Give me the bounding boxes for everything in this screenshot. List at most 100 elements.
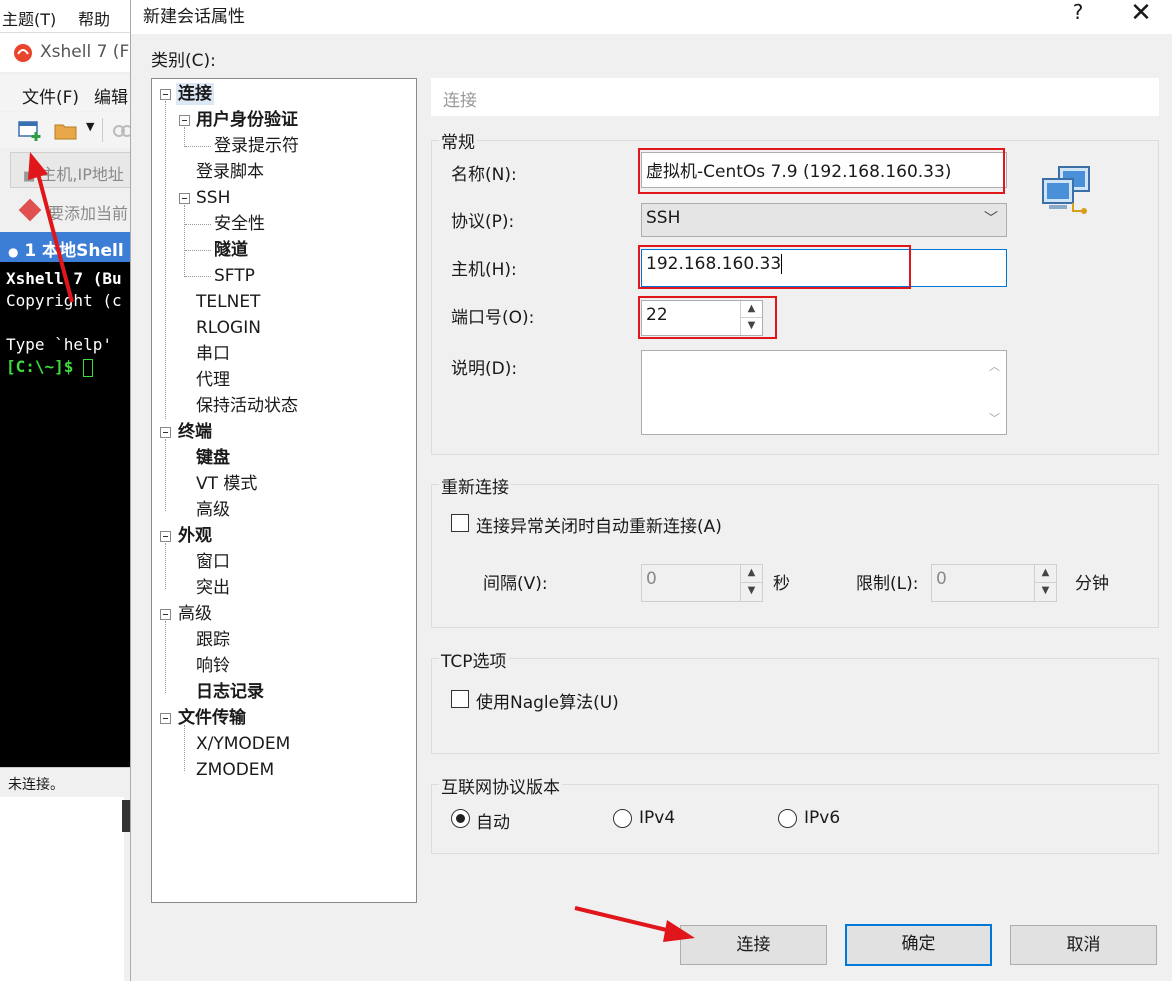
collapse-toggle-icon[interactable]	[160, 89, 171, 100]
help-icon[interactable]: ?	[1066, 0, 1090, 24]
reconnect-group-title: 重新连接	[439, 473, 511, 498]
annotation-highlight-box	[638, 245, 911, 289]
spin-down-icon: ▼	[747, 585, 756, 596]
tree-item-window[interactable]: 窗口	[196, 551, 230, 573]
spin-up-icon: ▲	[741, 565, 762, 583]
ipv6-radio[interactable]	[778, 809, 797, 828]
dialog-titlebar	[131, 0, 1172, 34]
tree-item-vt-modes[interactable]: VT 模式	[196, 473, 257, 495]
tree-item-keep-alive[interactable]: 保持活动状态	[196, 395, 298, 417]
collapse-toggle-icon[interactable]	[160, 609, 171, 620]
collapse-toggle-icon[interactable]	[160, 427, 171, 438]
toolbar-separator	[102, 118, 103, 142]
tree-line	[165, 621, 166, 693]
tree-item-trace[interactable]: 跟踪	[196, 629, 230, 651]
menu-file[interactable]: 文件(F)	[22, 83, 79, 108]
ipv4-label: IPv4	[639, 808, 676, 828]
tree-item-appearance[interactable]: 外观	[178, 525, 212, 547]
reconnect-group	[431, 484, 1159, 628]
scroll-up-icon[interactable]: ︿	[989, 358, 1000, 374]
network-computers-icon	[1042, 166, 1090, 214]
session-properties-dialog: 新建会话属性 ? ✕ 类别(C): 连接 用户身份验证 登录提示符 登录脚本 S…	[130, 0, 1172, 981]
tcp-group-title: TCP选项	[439, 647, 509, 672]
protocol-select[interactable]: SSH ﹀	[641, 203, 1007, 237]
ipv6-label: IPv6	[804, 808, 841, 828]
tree-line	[165, 439, 166, 511]
new-session-icon[interactable]	[18, 120, 42, 142]
ip-auto-radio[interactable]	[451, 809, 470, 828]
tree-line	[185, 276, 211, 277]
tree-item-advanced[interactable]: 高级	[178, 603, 212, 625]
tree-item-highlight[interactable]: 突出	[196, 577, 230, 599]
tree-item-ssh[interactable]: SSH	[196, 187, 230, 209]
tree-item-login-prompts[interactable]: 登录提示符	[214, 135, 299, 157]
tree-item-serial[interactable]: 串口	[196, 343, 230, 365]
scroll-down-icon[interactable]: ﹀	[989, 410, 1000, 426]
tree-item-file-transfer[interactable]: 文件传输	[178, 707, 246, 729]
protocol-value: SSH	[646, 208, 681, 228]
annotation-highlight-box	[638, 296, 777, 339]
annotation-arrow-icon	[28, 152, 74, 303]
tree-line	[165, 101, 166, 419]
menu-theme[interactable]: 主题(T)	[2, 6, 56, 30]
ip-version-group-title: 互联网协议版本	[439, 773, 562, 798]
nagle-checkbox[interactable]	[451, 690, 469, 708]
limit-label: 限制(L):	[856, 574, 919, 594]
spin-up-icon: ▲	[1035, 565, 1056, 583]
collapse-toggle-icon[interactable]	[160, 531, 171, 542]
dropdown-arrow-icon[interactable]: ▼	[86, 120, 94, 133]
terminal-output[interactable]: Xshell 7 (Bu Copyright (c Type `help' [C:\…	[0, 262, 134, 767]
description-scrollbar[interactable]: ︿ ﹀	[985, 352, 1005, 432]
tree-item-telnet[interactable]: TELNET	[196, 291, 260, 313]
annotation-arrow-icon	[574, 906, 695, 942]
limit-unit: 分钟	[1075, 574, 1109, 594]
spin-down-icon: ▼	[1041, 585, 1050, 596]
tree-item-keyboard[interactable]: 键盘	[196, 447, 230, 469]
status-bar: 未连接。	[0, 767, 134, 797]
tab-dot-icon: ●	[8, 245, 19, 259]
tree-line	[165, 543, 166, 589]
tree-item-tunneling[interactable]: 隧道	[214, 239, 248, 261]
description-textarea[interactable]	[641, 350, 1007, 435]
tree-item-logging[interactable]: 日志记录	[196, 681, 264, 703]
terminal-prompt-line: [C:\~]$	[6, 356, 134, 378]
limit-stepper: ▲ ▼	[1034, 565, 1056, 601]
tree-item-zmodem[interactable]: ZMODEM	[196, 759, 274, 781]
tree-item-rlogin[interactable]: RLOGIN	[196, 317, 261, 339]
xshell-logo-icon	[14, 44, 32, 62]
ipv4-radio[interactable]	[613, 809, 632, 828]
tree-item-terminal[interactable]: 终端	[178, 421, 212, 443]
tree-item-terminal-advanced[interactable]: 高级	[196, 499, 230, 521]
general-group-title: 常规	[439, 128, 477, 153]
auto-reconnect-label: 连接异常关闭时自动重新连接(A)	[476, 517, 722, 537]
tree-item-user-auth[interactable]: 用户身份验证	[196, 109, 298, 131]
close-icon[interactable]: ✕	[1126, 0, 1156, 28]
collapse-toggle-icon[interactable]	[179, 193, 190, 204]
tree-line	[185, 250, 211, 251]
collapse-toggle-icon[interactable]	[160, 713, 171, 724]
tree-item-security[interactable]: 安全性	[214, 213, 265, 235]
section-header: 连接	[431, 78, 1159, 116]
tree-item-xymodem[interactable]: X/YMODEM	[196, 733, 290, 755]
category-tree[interactable]: 连接 用户身份验证 登录提示符 登录脚本 SSH 安全性 隧道 SFTP TEL…	[151, 78, 417, 903]
category-label: 类别(C):	[151, 51, 216, 71]
menu-edit[interactable]: 编辑	[94, 83, 128, 108]
open-folder-icon[interactable]	[54, 121, 80, 141]
ok-button[interactable]: 确定	[845, 924, 992, 966]
ip-auto-label: 自动	[476, 813, 510, 833]
tree-item-bell[interactable]: 响铃	[196, 655, 230, 677]
cancel-button[interactable]: 取消	[1010, 925, 1157, 965]
tree-line	[184, 725, 185, 771]
annotation-highlight-box	[638, 148, 1005, 194]
tree-item-sftp[interactable]: SFTP	[214, 265, 255, 287]
nagle-label: 使用Nagle算法(U)	[476, 693, 619, 713]
tree-item-connection[interactable]: 连接	[176, 83, 214, 105]
tree-item-proxy[interactable]: 代理	[196, 369, 230, 391]
tree-item-login-scripts[interactable]: 登录脚本	[196, 161, 264, 183]
tree-line	[185, 224, 211, 225]
collapse-toggle-icon[interactable]	[179, 115, 190, 126]
connect-button[interactable]: 连接	[680, 925, 827, 965]
auto-reconnect-checkbox[interactable]	[451, 514, 469, 532]
interval-value: 0	[646, 569, 657, 589]
interval-unit: 秒	[773, 574, 790, 594]
